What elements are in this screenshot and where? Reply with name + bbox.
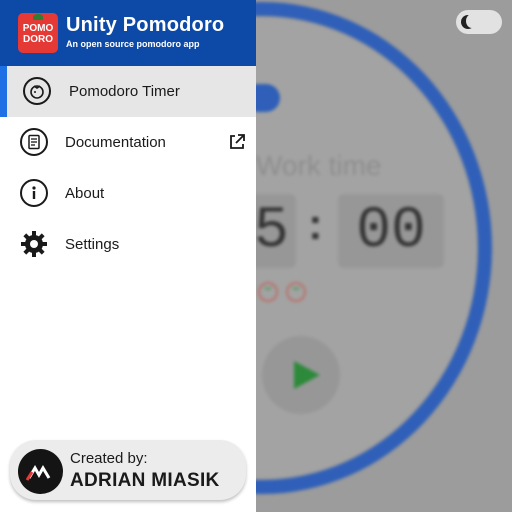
creator-card[interactable]: Created by: ADRIAN MIASIK: [10, 440, 246, 500]
dark-mode-icon: [461, 14, 478, 29]
nav-item-label: Pomodoro Timer: [69, 83, 180, 100]
session-label: Work time: [256, 150, 382, 181]
external-link-icon: [230, 134, 245, 149]
logo-text-line2: DORO: [23, 34, 53, 45]
nav-item-label: About: [65, 185, 105, 202]
nav-item-settings[interactable]: Settings: [0, 219, 256, 270]
nav-item-label: Settings: [65, 236, 120, 253]
navigation-drawer: POMO DORO Unity Pomodoro An open source …: [0, 0, 256, 512]
play-icon: [294, 361, 320, 389]
session-dot: [286, 282, 306, 302]
app-title: Unity Pomodoro: [66, 14, 225, 36]
theme-toggle[interactable]: [456, 10, 502, 34]
drawer-header: POMO DORO Unity Pomodoro An open source …: [0, 0, 256, 66]
created-by-label: Created by:: [70, 450, 148, 467]
active-indicator: [0, 66, 7, 117]
creator-name: ADRIAN MIASIK: [70, 470, 220, 491]
app-subtitle: An open source pomodoro app: [66, 39, 200, 49]
logo-text-line1: POMO: [22, 23, 54, 34]
session-dots: [258, 282, 314, 304]
timer-separator: :: [308, 200, 323, 249]
gear-icon: [20, 230, 48, 258]
session-dot: [258, 282, 278, 302]
tomato-leaf-icon: [33, 14, 43, 20]
nav-item-documentation[interactable]: Documentation: [0, 117, 256, 168]
nav-item-label: Documentation: [65, 134, 166, 151]
info-icon: [20, 179, 48, 207]
nav-item-pomodoro-timer[interactable]: Pomodoro Timer: [0, 66, 256, 117]
tomato-icon: [23, 77, 51, 105]
timer-seconds: 00: [338, 194, 444, 268]
app-logo: POMO DORO: [18, 13, 58, 53]
creator-logo: [18, 449, 63, 494]
document-icon: [20, 128, 48, 156]
nav-item-about[interactable]: About: [0, 168, 256, 219]
